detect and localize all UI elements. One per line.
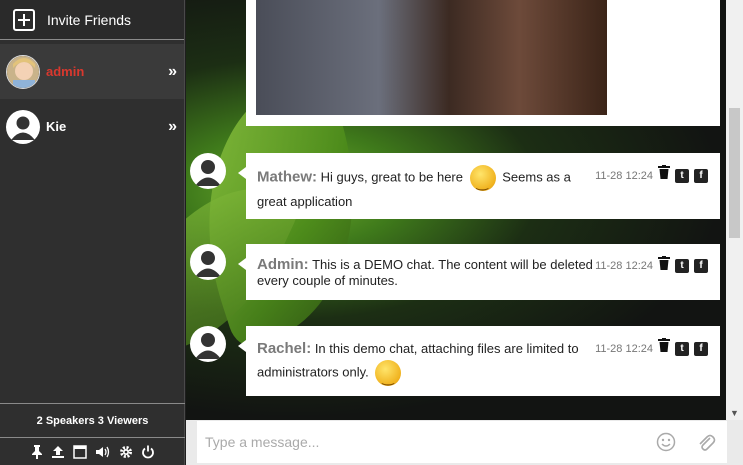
message-input[interactable] [197,421,727,463]
pin-icon[interactable] [31,444,43,459]
kiss-smiley-icon [375,360,402,388]
invite-friends-label: Invite Friends [47,11,132,28]
user-item-admin[interactable]: admin » [0,44,184,99]
facebook-icon[interactable]: f [694,258,708,273]
message-meta: 11-28 12:24 t f [595,338,708,360]
twitter-icon[interactable]: t [675,258,689,273]
trash-icon[interactable] [658,256,670,275]
twitter-icon[interactable]: t [675,342,689,356]
image-message [246,0,720,126]
message-time: 11-28 12:24 [595,259,653,272]
chat-feed[interactable]: Mathew: Hi guys, great to be here Seems … [186,0,726,420]
scroll-down-icon[interactable]: ▼ [730,408,739,418]
chat-scrollbar[interactable]: ▼ [726,0,743,420]
window-icon[interactable] [72,444,87,459]
volume-icon[interactable] [95,445,111,459]
message-meta: 11-28 12:24 t f [595,165,708,187]
smiley-icon [469,165,496,193]
message-bubble: Rachel: In this demo chat, attaching fil… [238,326,720,396]
expand-icon[interactable]: » [168,118,177,136]
message-bubble: Mathew: Hi guys, great to be here Seems … [238,153,720,219]
twitter-icon[interactable]: t [675,169,689,183]
facebook-icon[interactable]: f [694,342,708,356]
message-meta: 11-28 12:24 t f [595,256,708,275]
user-name: Kie [46,119,67,134]
avatar [6,54,40,89]
avatar [190,326,226,362]
message-author: Mathew: [257,168,317,186]
gear-icon[interactable] [119,445,133,459]
expand-icon[interactable]: » [168,63,177,81]
sidebar-toolbar [0,437,185,465]
message-time: 11-28 12:24 [595,170,653,182]
message-author: Rachel: [257,340,312,357]
upload-icon[interactable] [51,445,65,459]
trash-icon[interactable] [658,338,670,360]
shared-photo[interactable] [256,0,607,115]
message-author: Admin: [257,256,309,273]
composer [186,420,743,465]
message-text: Hi guys, great to be here [320,169,463,185]
trash-icon[interactable] [658,165,670,187]
message-bubble: Admin: This is a DEMO chat. The content … [238,244,720,300]
sidebar: Invite Friends admin » Kie » 2 Speakers … [0,0,185,465]
power-icon[interactable] [141,445,155,459]
message-time: 11-28 12:24 [595,343,653,355]
attach-icon[interactable] [696,432,716,457]
invite-friends-button[interactable]: Invite Friends [0,0,184,40]
facebook-icon[interactable]: f [694,169,708,183]
plus-icon [13,8,35,31]
emoji-icon[interactable] [656,432,676,457]
scrollbar-thumb[interactable] [729,108,740,238]
avatar [190,244,226,280]
user-item-kie[interactable]: Kie » [0,99,184,154]
participant-stats: 2 Speakers 3 Viewers [0,403,185,437]
avatar [6,109,40,144]
user-name: admin [46,64,85,79]
avatar [190,153,226,189]
